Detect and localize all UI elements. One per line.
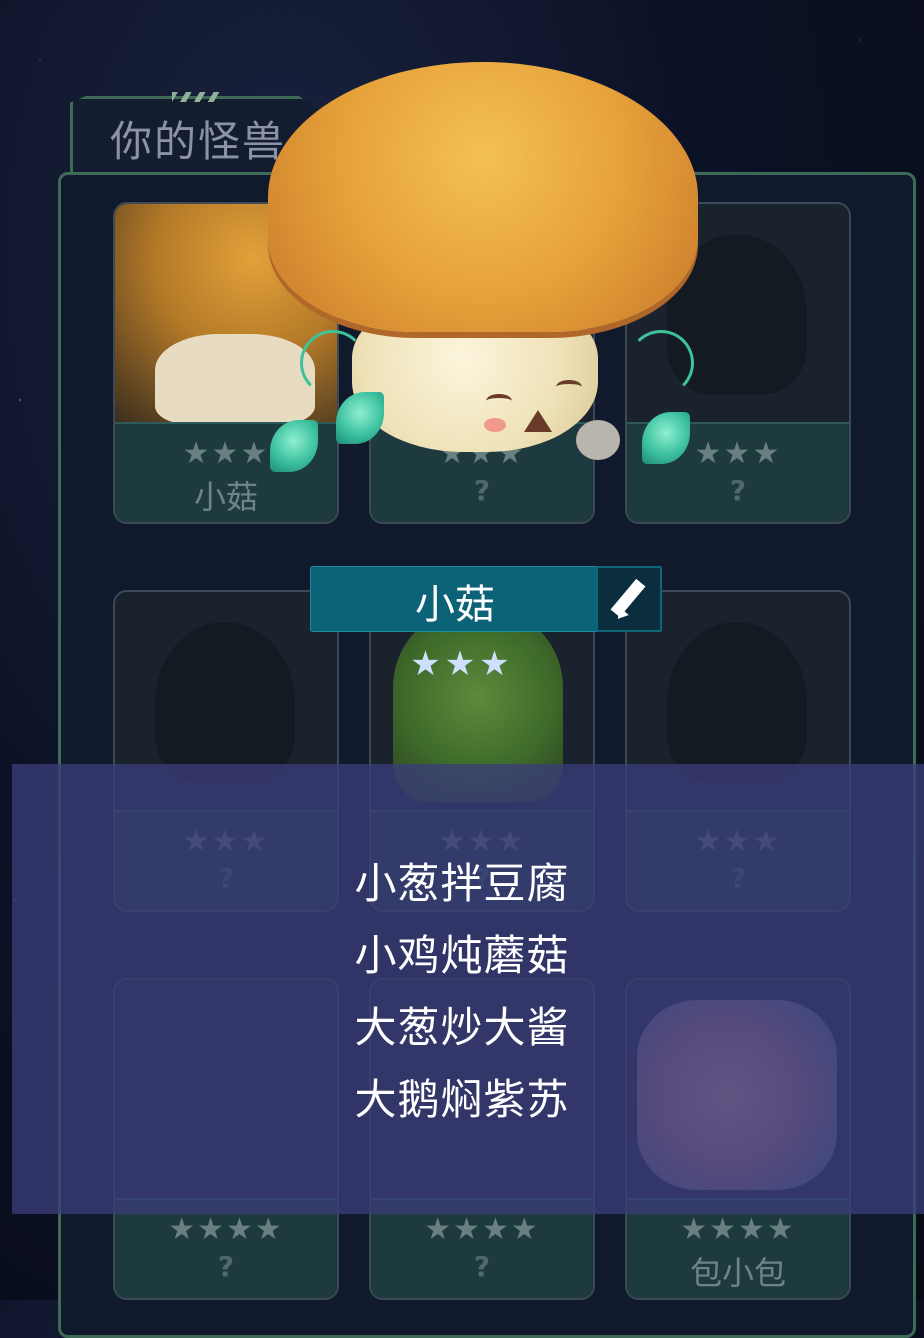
menu-item[interactable]: 大葱炒大酱	[0, 998, 924, 1070]
monster-name-unknown: ?	[473, 1250, 491, 1283]
monster-name-unknown: ?	[729, 474, 747, 507]
monster-name: 小菇	[193, 478, 258, 516]
menu-item[interactable]: 小鸡炖蘑菇	[0, 926, 924, 998]
edit-name-button[interactable]	[596, 566, 662, 632]
smoke-puff	[576, 420, 620, 460]
selected-monster-name: 小菇	[415, 582, 495, 628]
mushroom-blush	[484, 418, 506, 432]
mushroom-eye	[556, 380, 582, 394]
options-menu: 小葱拌豆腐 小鸡炖蘑菇 大葱炒大酱 大鹅焖紫苏	[0, 854, 924, 1142]
vine-decoration	[628, 330, 694, 396]
selected-star-rating: ★★★	[410, 644, 514, 684]
monster-name-unknown: ?	[217, 1250, 235, 1283]
tab-title: 你的怪兽	[110, 117, 287, 166]
mushroom-eye	[486, 394, 512, 408]
star-rating: ★★★★	[168, 1212, 284, 1247]
mushroom-cap	[268, 62, 698, 332]
menu-item[interactable]: 大鹅焖紫苏	[0, 1070, 924, 1142]
menu-item[interactable]: 小葱拌豆腐	[0, 854, 924, 926]
mushroom-mouth	[524, 410, 552, 432]
monster-name-unknown: ?	[473, 474, 491, 507]
star-rating: ★★★★	[680, 1212, 796, 1247]
star-rating: ★★★★	[424, 1212, 540, 1247]
monster-name: 包小包	[689, 1254, 786, 1292]
tab-stripe-decoration	[172, 92, 220, 102]
